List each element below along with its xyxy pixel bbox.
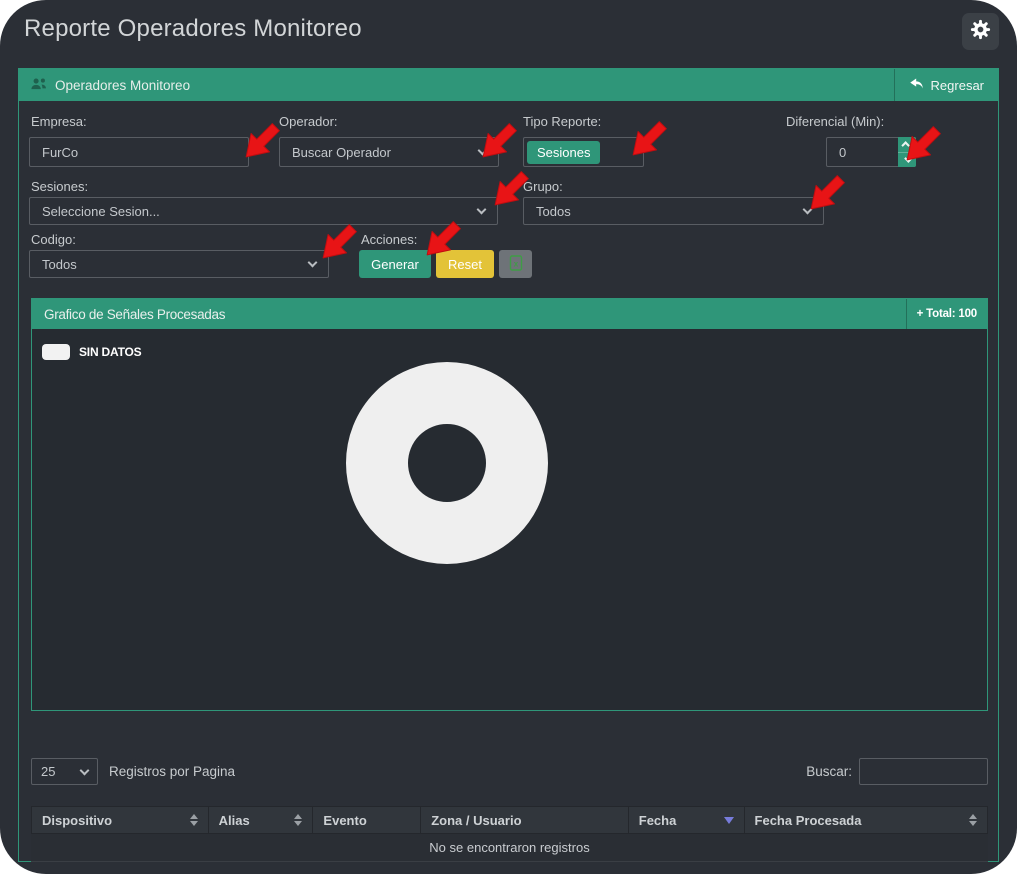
donut-chart [346,362,548,564]
column-label: Zona / Usuario [431,813,521,828]
chart-title: Grafico de Señales Procesadas [32,307,225,322]
sort-icon [969,814,977,826]
empty-table-message: No se encontraron registros [31,834,988,862]
column-header-alias[interactable]: Alias [209,807,314,833]
operador-select[interactable]: Buscar Operador [279,137,499,167]
users-icon [31,77,48,94]
reply-icon [909,77,924,93]
tipo-reporte-field: Sesiones [523,137,644,167]
settings-button[interactable] [962,13,999,50]
column-header-zona-usuario[interactable]: Zona / Usuario [421,807,629,833]
sort-desc-icon [724,817,734,824]
legend-label: SIN DATOS [79,345,141,359]
legend-item[interactable]: SIN DATOS [42,344,141,360]
chevron-down-icon [478,146,488,156]
sort-icon [190,814,198,826]
column-label: Fecha [639,813,677,828]
empresa-field[interactable]: FurCo [29,137,249,167]
sort-icon [294,814,302,826]
svg-text:x: x [513,259,518,268]
search-label: Buscar: [806,764,852,779]
table-controls: 25 Registros por Pagina Buscar: [31,758,988,785]
column-header-evento[interactable]: Evento [313,807,421,833]
panel-header: Operadores Monitoreo Regresar [19,69,998,101]
page-size-value: 25 [41,764,55,779]
reset-button[interactable]: Reset [436,250,494,278]
chevron-down-icon [477,205,487,215]
empresa-label: Empresa: [31,114,87,129]
grupo-value: Todos [536,204,571,219]
column-label: Alias [219,813,250,828]
operadores-panel: Operadores Monitoreo Regresar Empresa: F… [18,68,999,862]
column-label: Dispositivo [42,813,112,828]
search-input[interactable] [859,758,988,785]
back-button[interactable]: Regresar [894,69,998,101]
chart-panel: Grafico de Señales Procesadas + Total: 1… [31,298,988,711]
diferencial-spinner [898,137,916,167]
tipo-reporte-chip[interactable]: Sesiones [527,141,600,164]
operador-value: Buscar Operador [292,145,391,160]
gear-icon [969,18,992,46]
operador-label: Operador: [279,114,338,129]
grupo-select[interactable]: Todos [523,197,824,225]
generar-button[interactable]: Generar [359,250,431,278]
sesiones-select[interactable]: Seleccione Sesion... [29,197,498,225]
sesiones-label: Sesiones: [31,179,88,194]
grupo-label: Grupo: [523,179,563,194]
diferencial-value: 0 [839,145,846,160]
codigo-value: Todos [42,257,77,272]
column-header-fecha-procesada[interactable]: Fecha Procesada [745,807,987,833]
sesiones-value: Seleccione Sesion... [42,204,160,219]
diferencial-input[interactable]: 0 [826,137,916,167]
app-window: Reporte Operadores Monitoreo [0,0,1017,874]
chevron-down-icon [80,765,90,775]
chart-total-badge: + Total: 100 [906,299,987,329]
page-size-label: Registros por Pagina [109,764,235,779]
codigo-select[interactable]: Todos [29,250,329,278]
tipo-reporte-label: Tipo Reporte: [523,114,601,129]
caret-down-icon [904,154,912,162]
column-header-fecha[interactable]: Fecha [629,807,745,833]
table-header-row: Dispositivo Alias Evento Zona / Usuario … [31,806,988,834]
column-label: Evento [323,813,366,828]
page-title: Reporte Operadores Monitoreo [24,15,362,43]
column-header-dispositivo[interactable]: Dispositivo [32,807,209,833]
column-label: Fecha Procesada [755,813,862,828]
legend-swatch [42,344,70,360]
export-excel-button[interactable]: x [499,250,532,278]
chevron-down-icon [308,258,318,268]
chart-panel-header: Grafico de Señales Procesadas + Total: 1… [32,299,987,329]
page-size-select[interactable]: 25 [31,758,98,785]
panel-title: Operadores Monitoreo [55,78,190,93]
caret-up-icon [901,141,909,149]
chevron-down-icon [803,205,813,215]
acciones-label: Acciones: [361,232,417,247]
excel-file-icon: x [509,255,523,274]
empresa-value: FurCo [42,145,78,160]
spinner-up-button[interactable] [898,137,916,152]
spinner-down-button[interactable] [898,152,916,168]
codigo-label: Codigo: [31,232,76,247]
diferencial-label: Diferencial (Min): [786,114,884,129]
back-button-label: Regresar [931,78,984,93]
chart-body: SIN DATOS [32,329,987,710]
